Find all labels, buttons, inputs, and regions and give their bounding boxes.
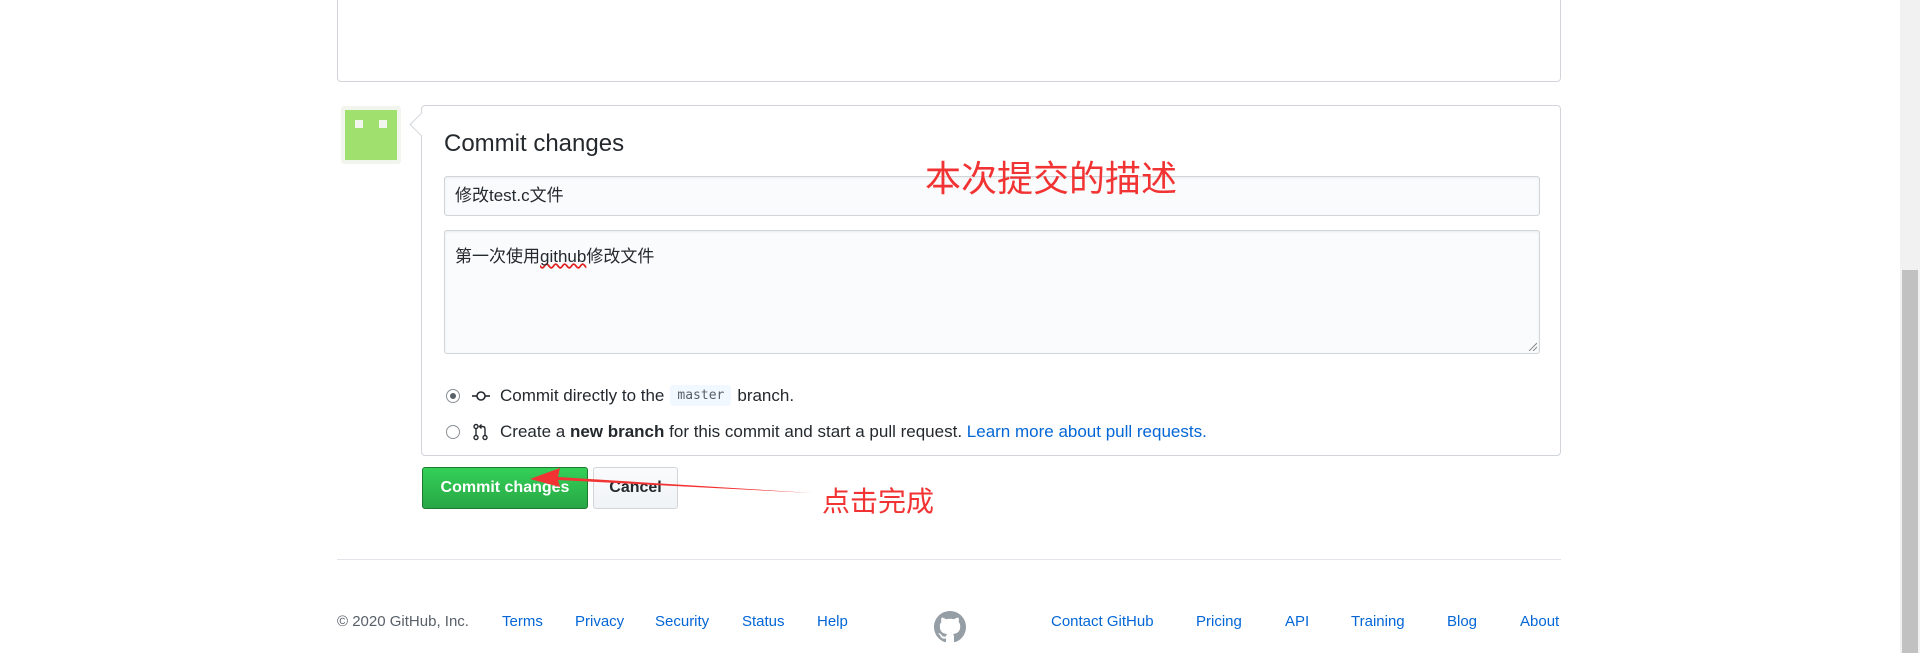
- footer-link-pricing[interactable]: Pricing: [1196, 613, 1242, 630]
- annotation-click-note: 点击完成: [822, 485, 935, 518]
- new-branch-prefix: Create a: [500, 422, 566, 441]
- footer-link-api[interactable]: API: [1285, 613, 1309, 630]
- commit-direct-suffix: branch.: [737, 385, 795, 405]
- footer-link-terms[interactable]: Terms: [502, 613, 543, 630]
- footer-link-about[interactable]: About: [1520, 613, 1559, 630]
- footer-link-blog[interactable]: Blog: [1447, 613, 1477, 630]
- git-pull-request-icon: [473, 423, 488, 441]
- description-text-misspelled: github: [540, 247, 587, 266]
- learn-more-pull-requests-link[interactable]: Learn more about pull requests.: [967, 422, 1207, 442]
- git-commit-icon: [472, 390, 490, 401]
- new-branch-option[interactable]: Create a new branch for this commit and …: [446, 422, 1207, 442]
- new-branch-bold: new branch: [569, 422, 665, 441]
- description-text-suffix: 修改文件: [586, 247, 655, 266]
- commit-description-textarea[interactable]: 第一次使用github修改文件: [444, 230, 1540, 354]
- new-branch-radio[interactable]: [446, 425, 460, 439]
- footer-link-status[interactable]: Status: [742, 613, 785, 630]
- annotation-arrow-icon: [530, 468, 812, 493]
- footer-link-training[interactable]: Training: [1351, 613, 1405, 630]
- footer-link-contact-github[interactable]: Contact GitHub: [1051, 613, 1154, 630]
- footer-copyright: © 2020 GitHub, Inc.: [337, 613, 469, 630]
- github-logo-icon[interactable]: [934, 611, 966, 643]
- commit-title: Commit changes: [444, 130, 625, 157]
- commit-direct-radio[interactable]: [446, 388, 460, 403]
- commit-direct-label: Commit directly to the: [500, 385, 665, 405]
- footer-link-help[interactable]: Help: [817, 613, 848, 630]
- annotation-description-note: 本次提交的描述: [925, 159, 1178, 200]
- avatar[interactable]: [341, 106, 401, 164]
- branch-name: master: [670, 385, 732, 406]
- footer-divider: [337, 559, 1561, 560]
- commit-direct-option[interactable]: Commit directly to the master branch.: [446, 385, 794, 406]
- description-text-prefix: 第一次使用: [455, 247, 540, 266]
- identicon-icon: [345, 110, 397, 160]
- new-branch-suffix: for this commit and start a pull request…: [669, 422, 963, 441]
- resize-grip-icon[interactable]: [1527, 341, 1537, 351]
- previous-panel: [337, 0, 1561, 82]
- footer-link-privacy[interactable]: Privacy: [575, 613, 624, 630]
- page-scrollbar-thumb[interactable]: [1902, 270, 1918, 653]
- footer-link-security[interactable]: Security: [655, 613, 709, 630]
